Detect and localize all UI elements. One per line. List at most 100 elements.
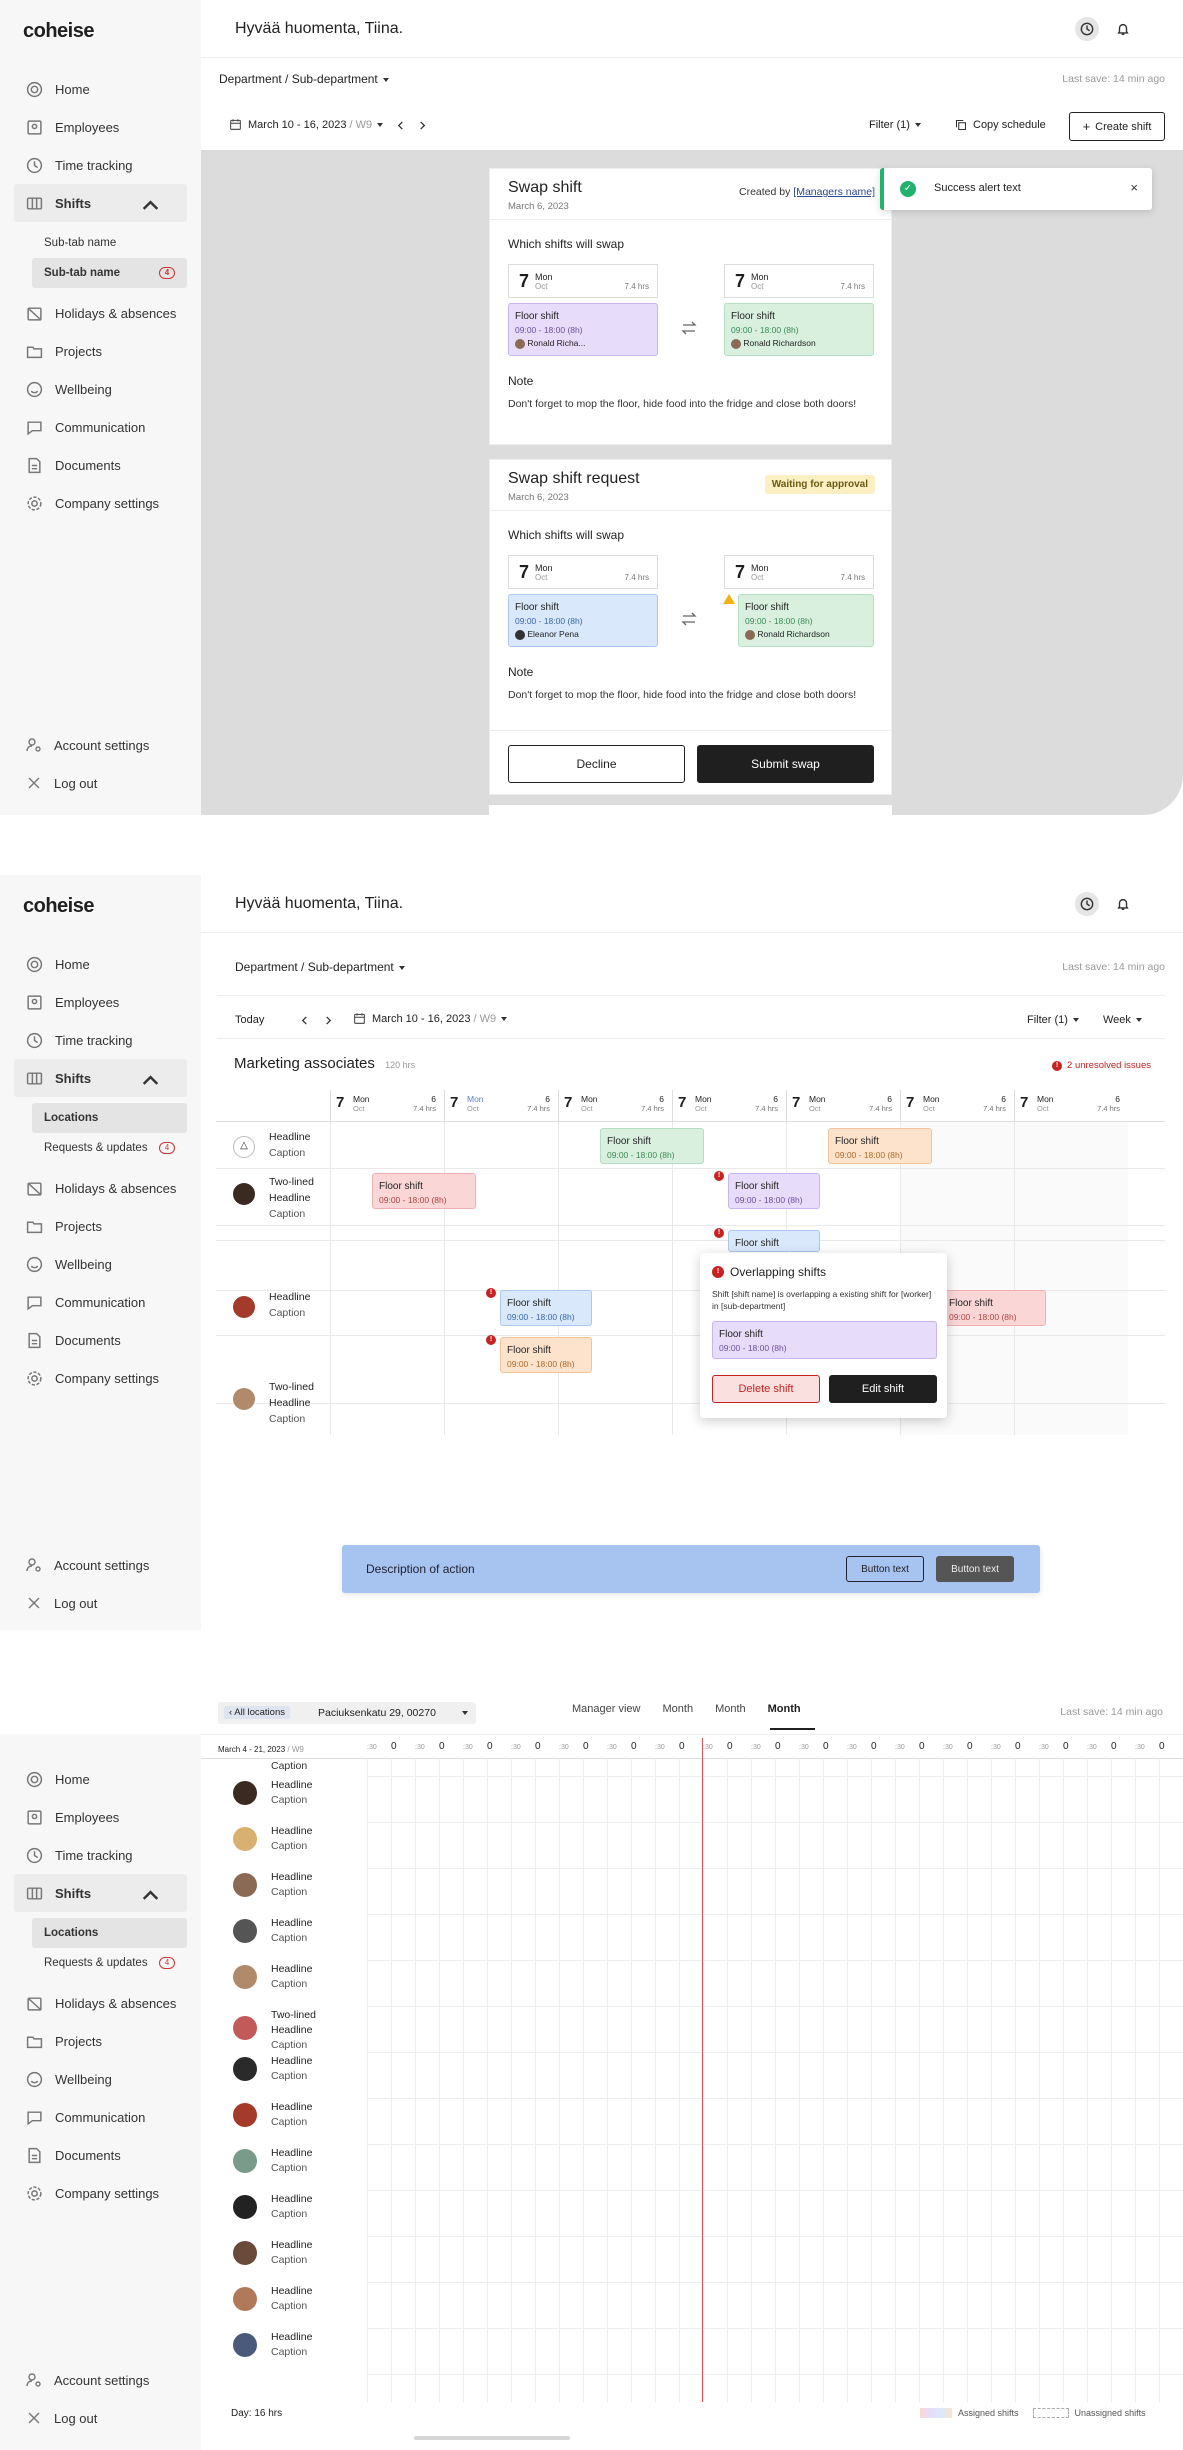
- account-settings-link[interactable]: Account settings: [26, 1557, 149, 1573]
- date-range-picker[interactable]: March 10 - 16, 2023 / W9: [353, 1012, 508, 1025]
- shift-card-left[interactable]: Floor shift 09:00 - 18:00 (8h) Eleanor P…: [508, 594, 658, 647]
- today-button[interactable]: Today: [235, 1012, 264, 1028]
- clock-button[interactable]: [1075, 892, 1099, 916]
- sidebar-item-holidays[interactable]: Holidays & absences: [0, 1984, 201, 2022]
- sidebar-item-company-settings[interactable]: Company settings: [0, 1359, 201, 1397]
- department-select[interactable]: Department / Sub-department: [235, 960, 405, 974]
- tab-manager-view[interactable]: Manager view: [572, 1703, 640, 1715]
- notifications-button[interactable]: [1111, 892, 1135, 916]
- shift-block[interactable]: Floor shift 09:00 - 18:00 (8h): [600, 1128, 704, 1164]
- shift-card-right[interactable]: Floor shift 09:00 - 18:00 (8h) Ronald Ri…: [738, 594, 874, 647]
- sidebar-item-holidays[interactable]: Holidays & absences: [0, 1169, 201, 1207]
- shift-card-left[interactable]: Floor shift 09:00 - 18:00 (8h) Ronald Ri…: [508, 303, 658, 356]
- sidebar-item-projects[interactable]: Projects: [0, 332, 201, 370]
- sidebar-item-time-tracking[interactable]: Time tracking: [0, 1836, 201, 1874]
- sidebar-item-projects[interactable]: Projects: [0, 2022, 201, 2060]
- chevron-up-icon[interactable]: [142, 197, 159, 214]
- sidebar-subitem-locations[interactable]: Locations: [32, 1103, 187, 1133]
- employee-row[interactable]: Headline Caption: [233, 2192, 363, 2232]
- sidebar-item-shifts[interactable]: Shifts: [14, 1059, 187, 1097]
- shift-block[interactable]: Floor shift 09:00 - 18:00 (8h): [942, 1290, 1046, 1326]
- employee-row[interactable]: Headline Caption: [233, 1962, 363, 2002]
- sidebar-item-company-settings[interactable]: Company settings: [0, 484, 201, 522]
- shift-block[interactable]: Floor shift 09:00 - 18:00 (8h): [828, 1128, 932, 1164]
- prev-week-button[interactable]: [297, 1012, 311, 1028]
- edit-shift-button[interactable]: Edit shift: [829, 1375, 937, 1403]
- sidebar-item-wellbeing[interactable]: Wellbeing: [0, 2060, 201, 2098]
- sidebar-item-communication[interactable]: Communication: [0, 408, 201, 446]
- sidebar-item-wellbeing[interactable]: Wellbeing: [0, 1245, 201, 1283]
- sidebar-item-shifts[interactable]: Shifts: [14, 1874, 187, 1912]
- scrollbar[interactable]: [414, 2436, 570, 2440]
- employee-row[interactable]: Headline Caption: [233, 2238, 363, 2278]
- shift-block[interactable]: Floor shift: [728, 1230, 820, 1252]
- logout-link[interactable]: Log out: [26, 1595, 97, 1611]
- close-icon[interactable]: ×: [1130, 180, 1138, 195]
- sidebar-item-shifts[interactable]: Shifts: [14, 184, 187, 222]
- day-column-header[interactable]: 7 Mon Oct 6 7.4 hrs: [444, 1090, 558, 1122]
- day-column-header[interactable]: 7 Mon Oct 6 7.4 hrs: [330, 1090, 444, 1122]
- sidebar-item-employees[interactable]: Employees: [0, 108, 201, 146]
- manager-link[interactable]: [Managers name]: [793, 186, 875, 198]
- sidebar-item-documents[interactable]: Documents: [0, 1321, 201, 1359]
- employee-row[interactable]: Headline Caption: [233, 2146, 363, 2186]
- sidebar-subitem-2[interactable]: Sub-tab name 4: [32, 258, 187, 288]
- unresolved-issues[interactable]: ! 2 unresolved issues: [1052, 1060, 1151, 1071]
- employee-row[interactable]: Headline Caption: [233, 2284, 363, 2324]
- secondary-action-button[interactable]: Button text: [846, 1556, 924, 1582]
- notifications-button[interactable]: [1111, 17, 1135, 41]
- sidebar-item-home[interactable]: Home: [0, 1760, 201, 1798]
- department-select[interactable]: Department / Sub-department: [219, 72, 389, 86]
- copy-schedule-button[interactable]: Copy schedule: [955, 117, 1046, 133]
- shift-block[interactable]: Floor shift 09:00 - 18:00 (8h): [500, 1290, 592, 1326]
- day-column-header[interactable]: 7 Mon Oct 6 7.4 hrs: [558, 1090, 672, 1122]
- logout-link[interactable]: Log out: [26, 2410, 97, 2426]
- shift-card-right[interactable]: Floor shift 09:00 - 18:00 (8h) Ronald Ri…: [724, 303, 874, 356]
- day-column-header[interactable]: 7 Mon Oct 6 7.4 hrs: [786, 1090, 900, 1122]
- shift-block[interactable]: Floor shift 09:00 - 18:00 (8h): [728, 1173, 820, 1209]
- employee-row[interactable]: Headline Caption: [233, 2054, 363, 2094]
- day-column-header[interactable]: 7 Mon Oct 6 7.4 hrs: [672, 1090, 786, 1122]
- chevron-up-icon[interactable]: [142, 1887, 159, 1904]
- sidebar-item-company-settings[interactable]: Company settings: [0, 2174, 201, 2212]
- sidebar-subitem-1[interactable]: Sub-tab name: [0, 228, 187, 258]
- employee-row[interactable]: Headline Caption: [233, 1824, 363, 1864]
- sidebar-item-employees[interactable]: Employees: [0, 983, 201, 1021]
- primary-action-button[interactable]: Button text: [936, 1556, 1014, 1582]
- day-column-header[interactable]: 7 Mon Oct 6 7.4 hrs: [900, 1090, 1014, 1122]
- shift-block[interactable]: Floor shift 09:00 - 18:00 (8h): [372, 1173, 476, 1209]
- shift-block[interactable]: Floor shift 09:00 - 18:00 (8h): [500, 1337, 592, 1373]
- create-shift-button[interactable]: + Create shift: [1069, 112, 1165, 141]
- tab-month[interactable]: Month: [768, 1703, 801, 1715]
- employee-row[interactable]: Headline Caption: [233, 1916, 363, 1956]
- sidebar-item-documents[interactable]: Documents: [0, 446, 201, 484]
- sidebar-item-communication[interactable]: Communication: [0, 2098, 201, 2136]
- employee-row[interactable]: Two-lined Headline Caption: [233, 2008, 363, 2051]
- tab-month[interactable]: Month: [662, 1703, 693, 1715]
- tab-month[interactable]: Month: [715, 1703, 746, 1715]
- next-week-button[interactable]: [321, 1012, 335, 1028]
- logout-link[interactable]: Log out: [26, 775, 97, 791]
- employee-row[interactable]: Headline Caption: [233, 1870, 363, 1910]
- day-column-header[interactable]: 7 Mon Oct 6 7.4 hrs: [1014, 1090, 1128, 1122]
- sidebar-item-projects[interactable]: Projects: [0, 1207, 201, 1245]
- sidebar-item-time-tracking[interactable]: Time tracking: [0, 1021, 201, 1059]
- account-settings-link[interactable]: Account settings: [26, 2372, 149, 2388]
- filter-button[interactable]: Filter (1): [1027, 1012, 1079, 1028]
- view-select[interactable]: Week: [1103, 1012, 1142, 1028]
- sidebar-item-home[interactable]: Home: [0, 70, 201, 108]
- shift-block[interactable]: Floor shift 09:00 - 18:00 (8h): [712, 1321, 937, 1359]
- decline-button[interactable]: Decline: [508, 745, 685, 783]
- location-selector[interactable]: ‹ All locations Paciuksenkatu 29, 00270: [218, 1702, 476, 1724]
- sidebar-item-time-tracking[interactable]: Time tracking: [0, 146, 201, 184]
- submit-swap-button[interactable]: Submit swap: [697, 745, 874, 783]
- delete-shift-button[interactable]: Delete shift: [712, 1375, 820, 1403]
- employee-row[interactable]: Headline Caption: [233, 2100, 363, 2140]
- sidebar-item-wellbeing[interactable]: Wellbeing: [0, 370, 201, 408]
- chevron-up-icon[interactable]: [142, 1072, 159, 1089]
- sidebar-subitem-locations[interactable]: Locations: [32, 1918, 187, 1948]
- sidebar-subitem-requests[interactable]: Requests & updates 4: [0, 1133, 187, 1163]
- sidebar-item-communication[interactable]: Communication: [0, 1283, 201, 1321]
- account-settings-link[interactable]: Account settings: [26, 737, 149, 753]
- prev-week-button[interactable]: [393, 117, 407, 133]
